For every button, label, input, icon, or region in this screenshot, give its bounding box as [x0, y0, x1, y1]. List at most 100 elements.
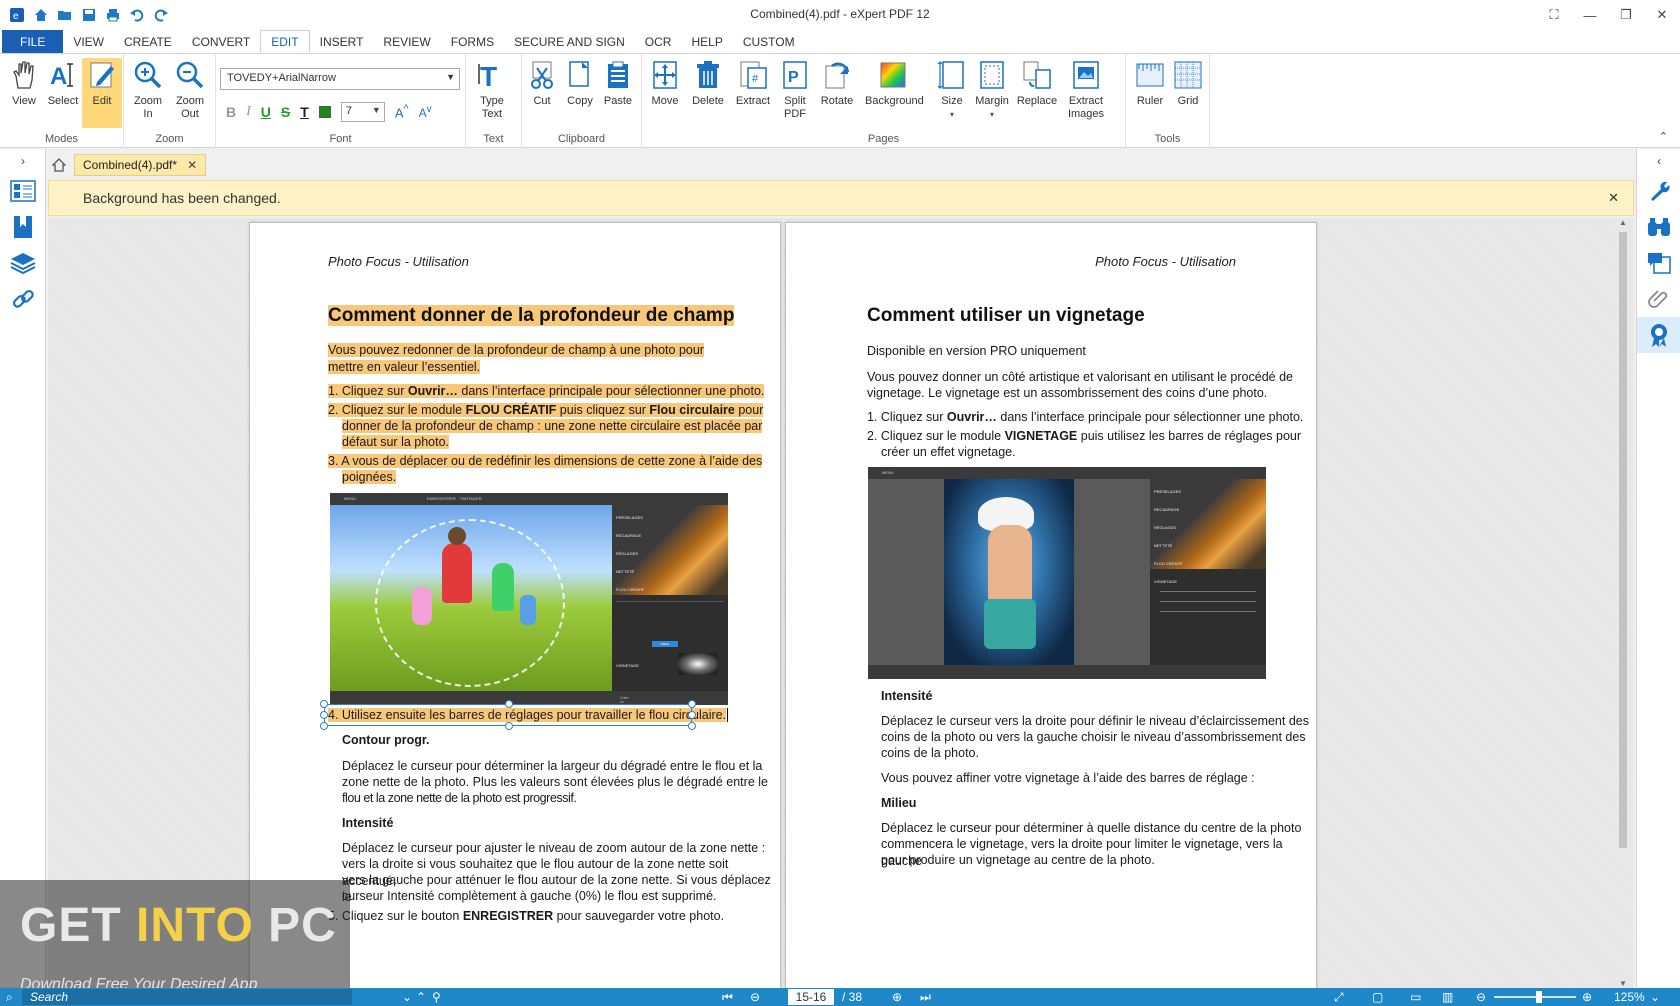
- zoom-slider[interactable]: [1494, 996, 1576, 998]
- attachments-icon[interactable]: [1637, 281, 1680, 317]
- step-1[interactable]: 1. Cliquez sur Ouvrir… dans l’interface …: [328, 383, 765, 400]
- app-logo-icon[interactable]: e: [8, 6, 26, 24]
- intensite-line-1[interactable]: Déplacez le curseur pour ajuster le nive…: [342, 840, 765, 857]
- resize-handle[interactable]: [505, 722, 513, 730]
- resize-handle[interactable]: [320, 700, 328, 708]
- resize-handle[interactable]: [320, 722, 328, 730]
- home-tab-icon[interactable]: [48, 154, 70, 176]
- tab-view[interactable]: VIEW: [63, 30, 114, 53]
- tab-forms[interactable]: FORMS: [441, 30, 504, 53]
- strikethrough-icon[interactable]: S: [281, 104, 290, 120]
- step-3-line-1[interactable]: 3. A vous de déplacer ou de redéfinir le…: [328, 454, 763, 468]
- step-2[interactable]: 2. Cliquez sur le module VIGNETAGE puis …: [867, 428, 1301, 445]
- search-input[interactable]: Search: [22, 989, 352, 1005]
- next-page-icon[interactable]: ⊕: [892, 989, 902, 1005]
- font-size-select[interactable]: 7 ▼: [340, 102, 385, 122]
- close-tab-icon[interactable]: ✕: [187, 158, 197, 172]
- embedded-app-screenshot-left[interactable]: MENU ENREGISTRER PARTAGER PRÉSELAGES REC…: [330, 493, 728, 705]
- step-1[interactable]: 1. Cliquez sur Ouvrir… dans l’interface …: [867, 409, 1303, 426]
- intensite-title[interactable]: Intensité: [342, 815, 393, 832]
- increase-font-icon[interactable]: A^: [395, 103, 409, 120]
- delete-button[interactable]: Delete: [688, 58, 728, 108]
- single-page-icon[interactable]: ▭: [1410, 989, 1421, 1005]
- tab-convert[interactable]: CONVERT: [182, 30, 260, 53]
- restore-button[interactable]: ❐: [1608, 0, 1644, 30]
- tab-create[interactable]: CREATE: [114, 30, 182, 53]
- first-page-icon[interactable]: ⏮: [722, 989, 733, 1005]
- expand-left-panel-icon[interactable]: ›: [0, 149, 46, 173]
- paste-button[interactable]: Paste: [598, 58, 638, 108]
- intensite-line-2[interactable]: coins de la photo ou vers la gauche choi…: [881, 729, 1306, 746]
- collapse-ribbon-icon[interactable]: ⌃: [1659, 130, 1668, 143]
- contour-title[interactable]: Contour progr.: [342, 732, 430, 749]
- text-color-t-icon[interactable]: T: [300, 104, 309, 120]
- step-2-line-3[interactable]: défaut sur la photo.: [342, 435, 450, 449]
- search-go-icon[interactable]: ⚲: [432, 989, 441, 1005]
- select-mode-button[interactable]: A Select: [43, 58, 83, 108]
- resize-handle[interactable]: [320, 711, 328, 719]
- zoom-dropdown-icon[interactable]: ⌄: [1650, 989, 1660, 1005]
- actual-size-icon[interactable]: ▢: [1372, 989, 1383, 1005]
- step-5[interactable]: 5. Cliquez sur le bouton ENREGISTRER pou…: [328, 908, 724, 925]
- links-panel-icon[interactable]: [0, 281, 46, 317]
- print-icon[interactable]: [104, 6, 122, 24]
- last-page-icon[interactable]: ⏭: [920, 989, 931, 1005]
- home-icon[interactable]: [32, 6, 50, 24]
- step-2-line-2[interactable]: créer un effet vignetage.: [881, 444, 1016, 461]
- step-2[interactable]: 2. Cliquez sur le module FLOU CRÉATIF pu…: [328, 402, 764, 419]
- page-heading[interactable]: Comment donner de la profondeur de champ: [328, 305, 735, 326]
- contour-line-2[interactable]: zone nette de la photo. Plus les valeurs…: [342, 774, 768, 791]
- resize-handle[interactable]: [688, 722, 696, 730]
- contour-line-3[interactable]: flou et la zone nette de la photo est pr…: [342, 790, 577, 807]
- tab-edit[interactable]: EDIT: [260, 30, 310, 53]
- split-pdf-button[interactable]: P Split PDF: [775, 58, 815, 121]
- zoom-slider-thumb[interactable]: [1536, 991, 1542, 1003]
- tab-insert[interactable]: INSERT: [310, 30, 374, 53]
- margin-button[interactable]: Margin ▾: [972, 58, 1012, 121]
- layers-panel-icon[interactable]: [0, 245, 46, 281]
- move-button[interactable]: Move: [645, 58, 685, 108]
- search-icon[interactable]: ⌕: [6, 989, 13, 1005]
- zoom-level[interactable]: 125%: [1614, 989, 1645, 1005]
- close-notification-icon[interactable]: ✕: [1608, 190, 1619, 206]
- open-icon[interactable]: [56, 6, 74, 24]
- zoom-out-button[interactable]: Zoom Out: [170, 58, 210, 121]
- tools-wrench-icon[interactable]: [1637, 173, 1680, 209]
- resize-handle[interactable]: [505, 700, 513, 708]
- pro-only-note[interactable]: Disponible en version PRO uniquement: [867, 343, 1086, 360]
- two-page-icon[interactable]: ▥: [1442, 989, 1453, 1005]
- minimize-button[interactable]: —: [1572, 0, 1608, 30]
- underline-icon[interactable]: U: [261, 104, 271, 120]
- step-3-line-2[interactable]: poignées.: [342, 470, 397, 484]
- fit-page-icon[interactable]: ⤢: [1334, 989, 1344, 1005]
- background-button[interactable]: Background: [865, 58, 924, 108]
- bold-icon[interactable]: B: [226, 104, 236, 120]
- milieu-line-3[interactable]: pour produire un vignetage au centre de …: [881, 852, 1155, 869]
- copy-button[interactable]: Copy: [560, 58, 600, 108]
- intensite-line-3[interactable]: coins de la photo.: [881, 745, 979, 762]
- italic-icon[interactable]: I: [246, 104, 251, 120]
- type-text-button[interactable]: T Type Text: [472, 58, 512, 121]
- close-button[interactable]: ✕: [1644, 0, 1680, 30]
- tab-help[interactable]: HELP: [681, 30, 732, 53]
- extract-button[interactable]: # Extract: [733, 58, 773, 108]
- scrollbar-thumb[interactable]: [1619, 232, 1627, 848]
- page-number-field[interactable]: 15-16: [788, 989, 834, 1005]
- pdf-page-right[interactable]: Photo Focus - Utilisation Comment utilis…: [785, 222, 1317, 988]
- search-binoculars-icon[interactable]: [1637, 209, 1680, 245]
- ruler-button[interactable]: Ruler: [1130, 58, 1170, 108]
- intro-paragraph[interactable]: Vous pouvez redonner de la profondeur de…: [328, 342, 708, 375]
- text-selection-frame[interactable]: [320, 700, 696, 730]
- font-color-swatch[interactable]: [318, 106, 331, 118]
- rotate-button[interactable]: Rotate: [817, 58, 857, 108]
- replace-button[interactable]: Replace: [1016, 58, 1058, 108]
- redo-icon[interactable]: [152, 6, 170, 24]
- decrease-font-icon[interactable]: Av: [419, 104, 432, 120]
- extract-images-button[interactable]: Extract Images: [1064, 58, 1108, 121]
- embedded-app-screenshot-right[interactable]: MENU PRÉSELAGES RECADRAGE RÉGLAGES NETTE…: [868, 467, 1266, 679]
- tab-review[interactable]: REVIEW: [373, 30, 440, 53]
- contour-line-1[interactable]: Déplacez le curseur pour déterminer la l…: [342, 758, 762, 775]
- resize-handle[interactable]: [688, 700, 696, 708]
- milieu-line-1[interactable]: Déplacez le curseur pour déterminer à qu…: [881, 820, 1301, 837]
- tab-ocr[interactable]: OCR: [635, 30, 682, 53]
